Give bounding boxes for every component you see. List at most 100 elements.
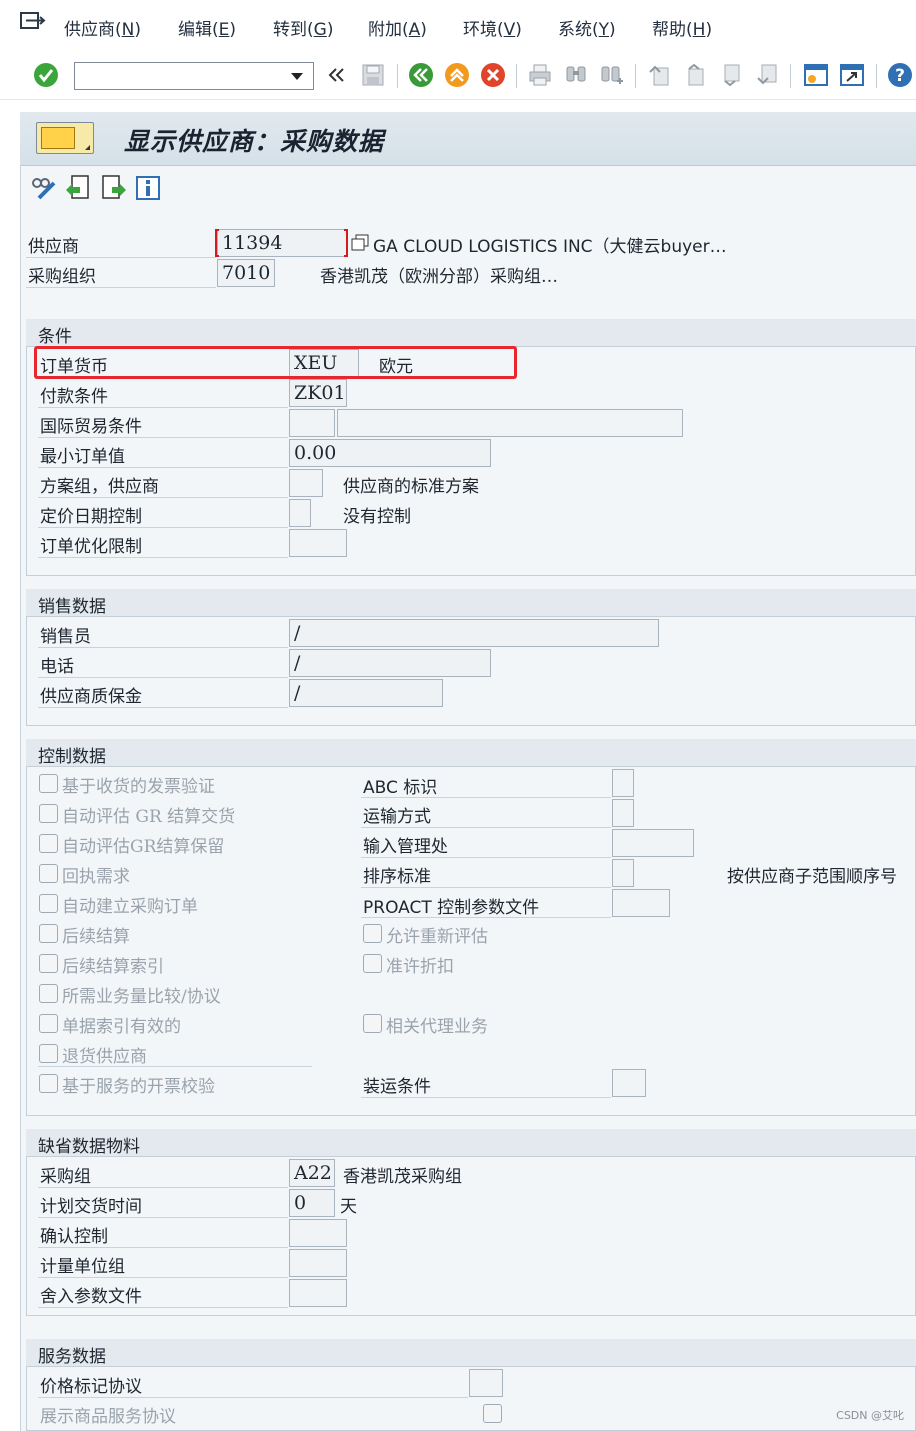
returns-vendor-checkbox[interactable] [39,1044,58,1063]
purch-org-field[interactable]: 7010 [217,259,275,287]
incoterms-location-field[interactable] [337,409,683,437]
label-underline [38,527,288,528]
abc-field[interactable] [612,769,634,797]
subseq-settlement-checkbox[interactable] [39,924,58,943]
menu-edit[interactable]: 编辑(E) [178,15,236,40]
menu-environment[interactable]: 环境(V) [463,15,522,40]
label-underline [38,1217,288,1218]
toolbar-separator [397,64,398,88]
volume-comparison-checkbox[interactable] [39,984,58,1003]
reeval-checkbox[interactable] [363,924,382,943]
min-order-field[interactable]: 0.00 [289,439,491,467]
display-change-icon[interactable] [30,174,58,202]
reeval-label: 允许重新评估 [386,927,488,947]
uom-field[interactable] [289,1249,347,1277]
command-field[interactable] [74,62,314,90]
sales-title: 销售数据 [38,597,106,617]
find-icon[interactable] [563,62,589,88]
ers-retention-checkbox[interactable] [39,834,58,853]
pricing-date-text: 没有控制 [343,507,411,527]
transport-field[interactable] [612,799,634,827]
schema-group-text: 供应商的标准方案 [343,477,479,497]
label-underline [361,1097,611,1098]
collapse-icon[interactable] [324,62,350,88]
entry-office-field[interactable] [612,829,694,857]
save-icon[interactable] [360,62,386,88]
last-page-icon[interactable] [754,62,780,88]
shipping-field[interactable] [612,1069,646,1097]
confirm-label: 确认控制 [40,1227,108,1247]
phone-field[interactable]: / [289,649,491,677]
command-input[interactable] [75,63,275,89]
menu-vendor[interactable]: 供应商(N) [64,15,141,40]
label-underline [38,407,288,408]
rounding-field[interactable] [289,1279,347,1307]
payment-terms-field[interactable]: ZK01 [289,379,347,407]
find-next-icon[interactable] [599,62,625,88]
label-underline [361,857,611,858]
subseq-index-checkbox[interactable] [39,954,58,973]
rack-jobbing-checkbox[interactable] [483,1404,502,1423]
abc-label: ABC 标识 [363,778,438,798]
service-header: 服务数据 [26,1339,916,1367]
chevron-down-icon[interactable] [291,73,303,80]
standard-toolbar: ? [0,52,916,100]
volume-comparison-label: 所需业务量比较/协议 [62,987,221,1007]
ack-required-checkbox[interactable] [39,864,58,883]
salesperson-field[interactable]: / [289,619,659,647]
proact-label: PROACT 控制参数文件 [363,898,540,918]
label-underline [38,1307,288,1308]
schema-group-field[interactable] [289,469,323,497]
next-screen-icon[interactable] [100,174,128,202]
doc-index-checkbox[interactable] [39,1014,58,1033]
price-marking-field[interactable] [469,1369,503,1397]
agency-checkbox[interactable] [363,1014,382,1033]
prev-page-icon[interactable] [682,62,708,88]
purch-org-label: 采购组织 [28,267,96,287]
enter-icon[interactable] [33,62,59,88]
transport-label: 运输方式 [363,807,431,827]
info-icon[interactable] [134,174,162,202]
screen-selector[interactable] [36,122,94,154]
warranty-field[interactable]: / [289,679,443,707]
sort-field[interactable] [612,859,634,887]
menu-system[interactable]: 系统(Y) [558,15,616,40]
confirm-field[interactable] [289,1219,347,1247]
exit-icon[interactable] [444,62,470,88]
shortcut-icon[interactable] [839,62,865,88]
cancel-icon[interactable] [480,62,506,88]
vendor-label: 供应商 [28,237,79,257]
back-icon[interactable] [408,62,434,88]
print-icon[interactable] [527,62,553,88]
pricing-date-field[interactable] [289,499,311,527]
service-iv-label: 基于服务的开票校验 [62,1077,215,1097]
service-iv-checkbox[interactable] [39,1074,58,1093]
menu-extras[interactable]: 附加(A) [368,15,427,40]
auto-po-checkbox[interactable] [39,894,58,913]
discount-checkbox[interactable] [363,954,382,973]
help-icon[interactable]: ? [887,62,913,88]
previous-screen-icon[interactable] [64,174,92,202]
first-page-icon[interactable] [646,62,672,88]
incoterms-label: 国际贸易条件 [40,417,142,437]
next-page-icon[interactable] [718,62,744,88]
label-underline [38,437,288,438]
conditions-header: 条件 [26,319,916,347]
menu-bar: 供应商(N) 编辑(E) 转到(G) 附加(A) 环境(V) 系统(Y) 帮助(… [0,0,916,52]
copy-icon[interactable] [351,234,369,252]
gr-based-iv-label: 基于收货的发票验证 [62,777,215,797]
menu-goto[interactable]: 转到(G) [273,15,333,40]
delivery-time-field[interactable]: 0 [289,1189,335,1217]
vendor-field[interactable]: 11394 [217,229,347,257]
purch-group-field[interactable]: A22 [289,1159,335,1187]
incoterms-field[interactable] [289,409,335,437]
gr-based-iv-checkbox[interactable] [39,774,58,793]
new-session-icon[interactable] [803,62,829,88]
control-header: 控制数据 [26,739,916,767]
ers-checkbox[interactable] [39,804,58,823]
entry-office-label: 输入管理处 [363,837,448,857]
order-opt-field[interactable] [289,529,347,557]
proact-field[interactable] [612,889,670,917]
menu-help[interactable]: 帮助(H) [652,15,712,40]
menu-icon[interactable] [20,10,46,34]
